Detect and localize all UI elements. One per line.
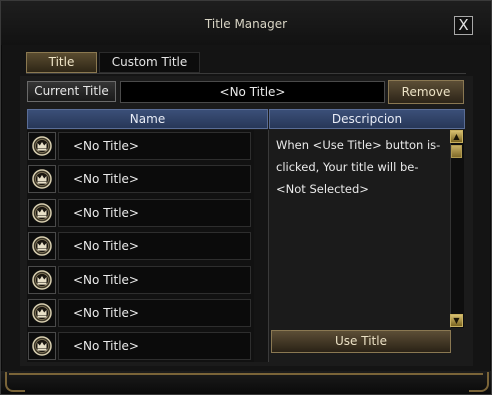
list-gutter bbox=[254, 130, 268, 362]
crown-icon bbox=[32, 136, 52, 156]
crown-badge bbox=[28, 132, 56, 160]
corner-ornament-right bbox=[469, 372, 489, 392]
description-scrollbar[interactable] bbox=[450, 130, 464, 328]
scroll-up-arrow-icon[interactable]: ▲ bbox=[450, 130, 463, 143]
title-list-item[interactable]: <No Title> bbox=[27, 197, 255, 228]
crown-icon bbox=[32, 336, 52, 356]
title-name: <No Title> bbox=[58, 132, 251, 160]
crown-badge bbox=[28, 266, 56, 294]
crown-icon bbox=[32, 303, 52, 323]
crown-icon bbox=[32, 203, 52, 223]
crown-badge bbox=[28, 165, 56, 193]
crown-icon bbox=[32, 169, 52, 189]
column-header-description: Descripcion bbox=[269, 109, 465, 129]
title-name: <No Title> bbox=[58, 299, 251, 327]
description-text: When <Use Title> button is- clicked, You… bbox=[276, 138, 441, 196]
scroll-down-arrow-icon[interactable]: ▼ bbox=[450, 314, 463, 327]
crown-icon bbox=[32, 236, 52, 256]
crown-icon bbox=[32, 270, 52, 290]
title-name: <No Title> bbox=[58, 199, 251, 227]
crown-badge bbox=[28, 299, 56, 327]
title-list-item[interactable]: <No Title> bbox=[27, 297, 255, 328]
bottom-ornament bbox=[9, 373, 483, 375]
current-title-label: Current Title bbox=[27, 81, 116, 102]
title-list-item[interactable]: <No Title> bbox=[27, 130, 255, 161]
tab-custom-title[interactable]: Custom Title bbox=[99, 52, 200, 73]
tab-title[interactable]: Title bbox=[26, 52, 97, 73]
title-list-item[interactable]: <No Title> bbox=[27, 163, 255, 194]
title-list-item[interactable]: <No Title> bbox=[27, 230, 255, 261]
title-manager-window: Title Manager X Title Custom Title Curre… bbox=[0, 0, 492, 395]
title-list-item[interactable]: <No Title> bbox=[27, 264, 255, 295]
title-name: <No Title> bbox=[58, 165, 251, 193]
remove-button[interactable]: Remove bbox=[388, 80, 464, 104]
title-list-item[interactable]: <No Title> bbox=[27, 330, 255, 361]
tab-divider bbox=[26, 73, 466, 74]
column-header-name: Name bbox=[27, 109, 268, 129]
crown-badge bbox=[28, 232, 56, 260]
current-title-field: <No Title> bbox=[120, 81, 385, 103]
title-name: <No Title> bbox=[58, 232, 251, 260]
window-title: Title Manager bbox=[204, 17, 288, 31]
close-button[interactable]: X bbox=[454, 16, 473, 35]
crown-badge bbox=[28, 332, 56, 360]
title-name: <No Title> bbox=[58, 266, 251, 294]
corner-ornament-left bbox=[5, 372, 25, 392]
use-title-button[interactable]: Use Title bbox=[271, 330, 451, 353]
scrollbar-thumb[interactable] bbox=[451, 145, 462, 158]
crown-badge bbox=[28, 199, 56, 227]
title-name: <No Title> bbox=[58, 332, 251, 360]
